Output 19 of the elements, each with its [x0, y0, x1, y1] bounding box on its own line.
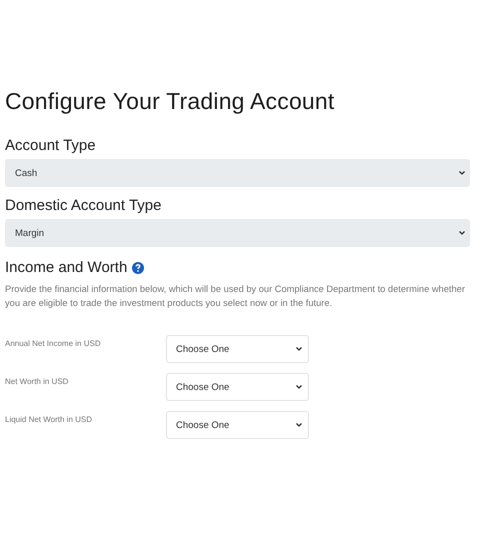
- chevron-down-icon: [296, 423, 302, 427]
- select-field[interactable]: Choose One: [166, 373, 309, 401]
- chevron-down-icon: [459, 171, 465, 175]
- chevron-down-icon: [459, 231, 465, 235]
- field-label: Account Type: [5, 137, 97, 154]
- section-description: Provide the financial information below, which will be used by our Compliance Department to determine whether you are eligible to trade the investment products you select now or in the future.: [5, 283, 466, 310]
- page-title: Configure Your Trading Account: [5, 88, 336, 115]
- select-field[interactable]: Choose One: [166, 411, 309, 439]
- field-label: Net Worth in USD: [5, 376, 70, 388]
- field-label: Annual Net Income in USD: [5, 338, 102, 350]
- section-heading: Income and Worth: [5, 259, 128, 276]
- select-field[interactable]: Margin: [5, 219, 470, 247]
- chevron-down-icon: [296, 347, 302, 351]
- field-label: Liquid Net Worth in USD: [5, 414, 93, 426]
- select-field[interactable]: Cash: [5, 159, 470, 187]
- select-field[interactable]: Choose One: [166, 335, 309, 363]
- help-icon[interactable]: [132, 262, 144, 274]
- chevron-down-icon: [296, 385, 302, 389]
- field-label: Domestic Account Type: [5, 197, 162, 214]
